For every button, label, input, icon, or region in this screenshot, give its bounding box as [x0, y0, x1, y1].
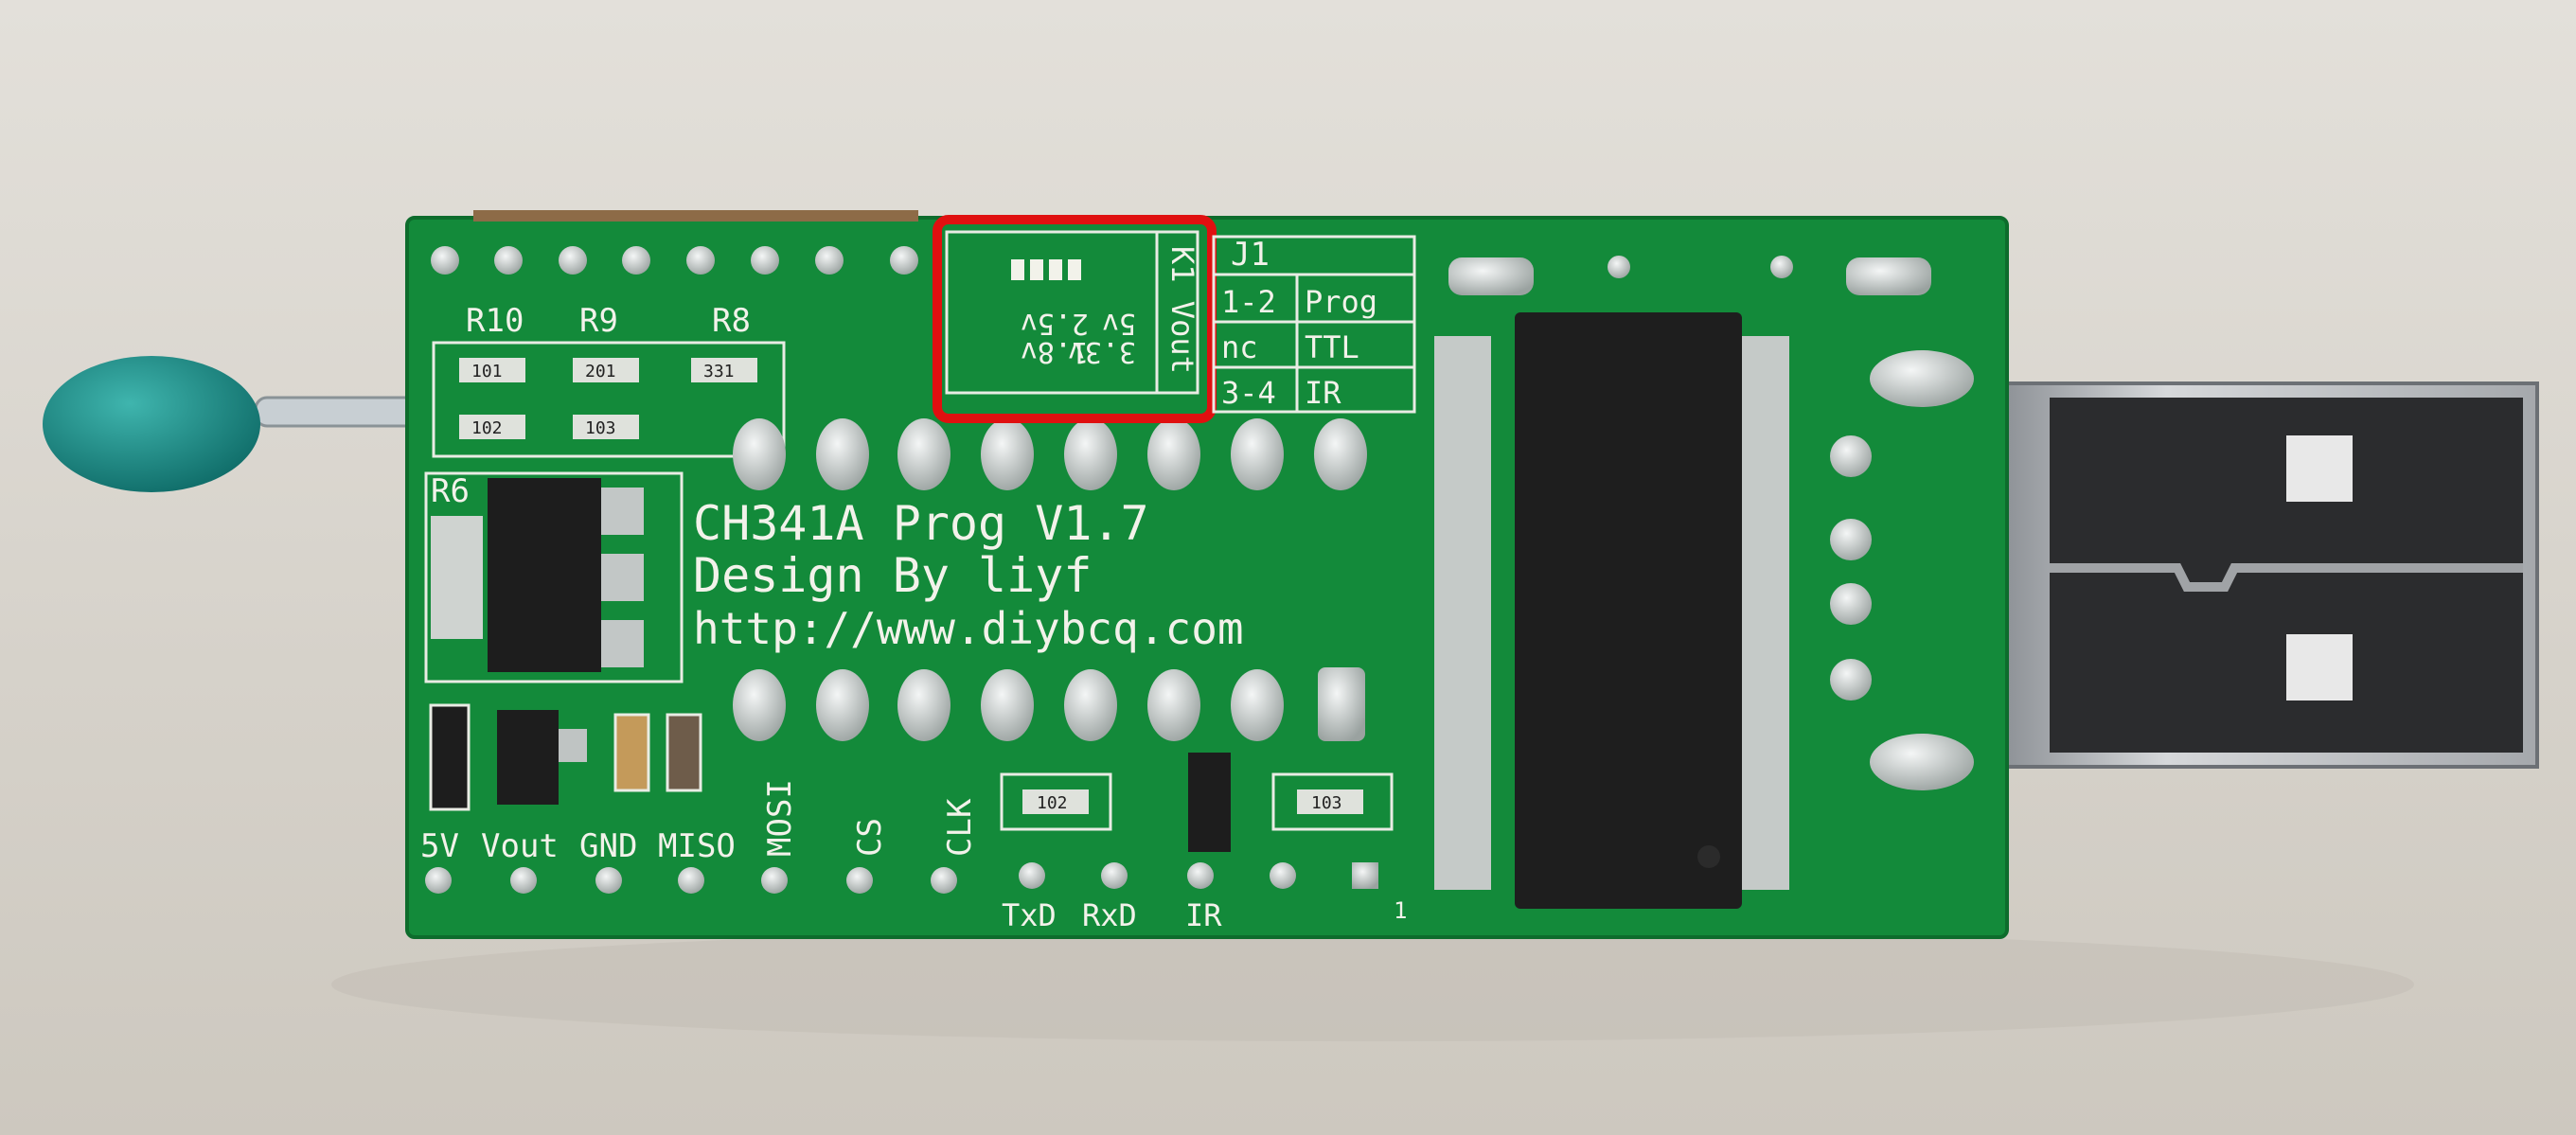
code-lower-103: 103 — [1311, 793, 1342, 813]
pin-label-clk: CLK — [941, 798, 979, 857]
code-lower-102: 102 — [1037, 793, 1068, 813]
usb-window-bottom — [2286, 634, 2353, 701]
code-201: 201 — [585, 362, 616, 381]
board-title: CH341A Prog V1.7 — [693, 496, 1149, 551]
label-r10: R10 — [466, 302, 524, 340]
k1-option-1-8v: 1.8v — [1021, 335, 1089, 368]
code-103: 103 — [585, 418, 616, 438]
code-102: 102 — [471, 418, 503, 438]
j1-row3-jumper: 3-4 — [1221, 375, 1276, 411]
label-r8: R8 — [712, 302, 751, 340]
label-r9: R9 — [579, 302, 618, 340]
pin-label-vout: Vout — [481, 827, 559, 865]
pin-label-mosi: MOSI — [761, 779, 799, 857]
pin-label-miso: MISO — [658, 827, 736, 865]
code-331: 331 — [703, 362, 735, 381]
k1-header: K1 Vout — [1164, 246, 1200, 374]
label-r6: R6 — [431, 472, 470, 510]
usb-window-top — [2286, 435, 2353, 502]
serial-label-txd: TxD — [1002, 897, 1057, 933]
pin-label-gnd: GND — [579, 827, 637, 865]
serial-label-rxd: RxD — [1082, 897, 1137, 933]
board-url: http://www.diybcq.com — [693, 603, 1244, 654]
j1-header: J1 — [1231, 236, 1270, 274]
board-designer: Design By liyf — [693, 548, 1092, 603]
ch341a-chip — [1434, 312, 1789, 909]
probe-head — [43, 356, 260, 492]
j1-row2-mode: TTL — [1305, 329, 1359, 365]
shadow — [331, 928, 2414, 1041]
pin-label-cs: CS — [851, 818, 889, 857]
code-101: 101 — [471, 362, 503, 381]
serial-label-ir: IR — [1185, 897, 1222, 933]
j1-row2-jumper: nc — [1221, 329, 1258, 365]
photo-scene: R10 R9 R8 101 201 331 102 103 R6 CH341A … — [0, 0, 2576, 1135]
k1-option-5v: 5v — [1102, 307, 1136, 340]
pin-one-marker: 1 — [1394, 897, 1407, 924]
j1-row3-mode: IR — [1305, 375, 1341, 411]
k1-option-2-5v: 2.5v — [1021, 307, 1089, 340]
pin-label-5v: 5V — [420, 827, 459, 865]
j1-row1-jumper: 1-2 — [1221, 284, 1276, 320]
usb-connector — [2005, 381, 2539, 769]
j1-row1-mode: Prog — [1305, 284, 1377, 320]
